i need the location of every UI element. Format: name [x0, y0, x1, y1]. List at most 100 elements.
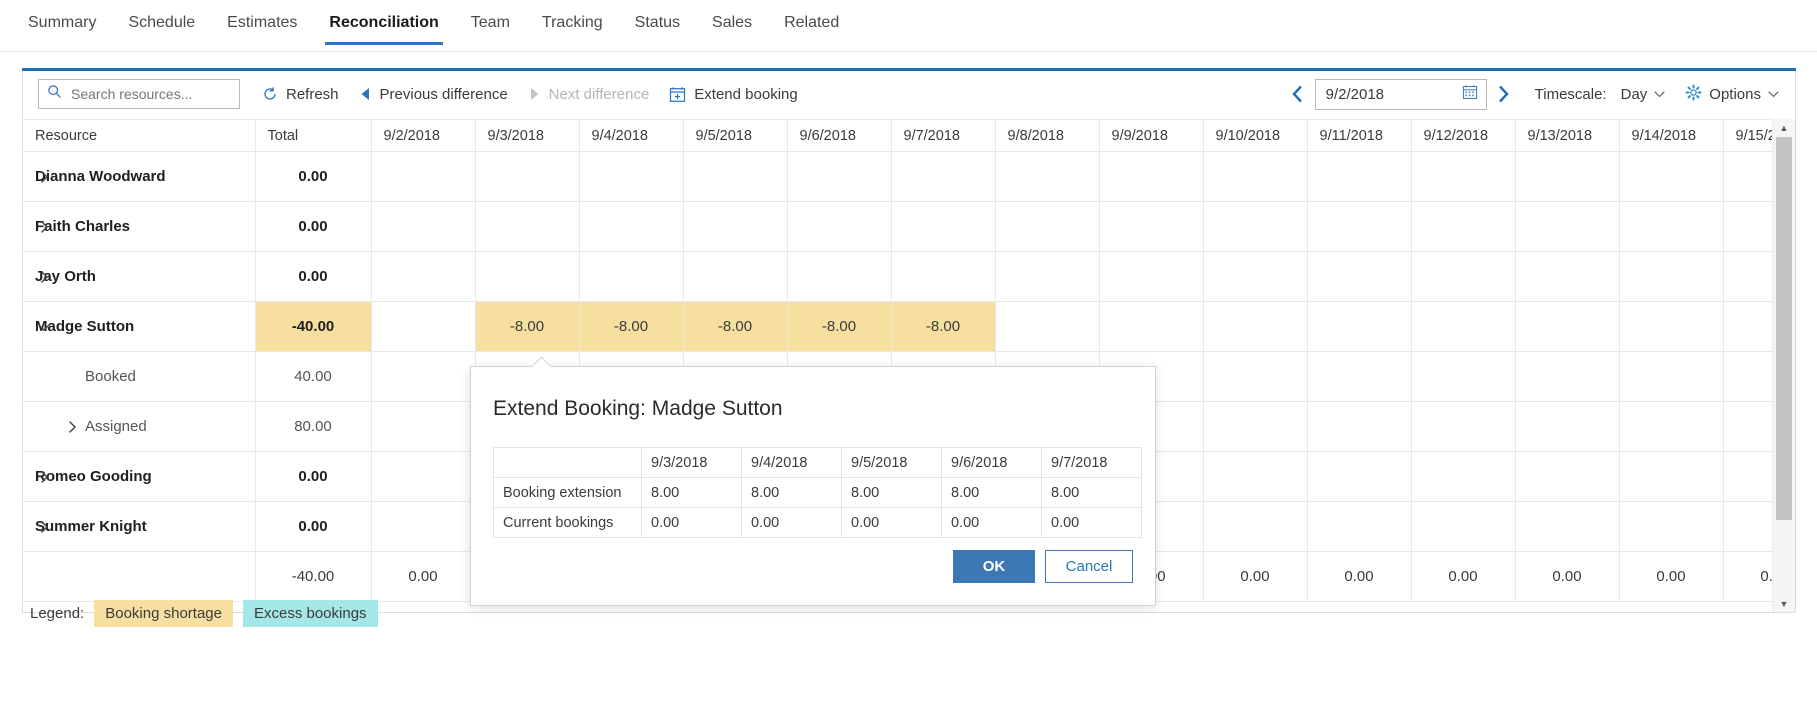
resource-cell[interactable]: Assigned	[23, 401, 256, 452]
day-cell[interactable]	[1619, 401, 1724, 452]
day-cell[interactable]	[1619, 501, 1724, 552]
day-cell[interactable]	[683, 251, 788, 302]
tab-team[interactable]: Team	[455, 0, 526, 45]
day-cell[interactable]: -8.00	[579, 301, 684, 352]
extend-booking-button[interactable]: Extend booking	[659, 80, 807, 109]
table-row[interactable]: Faith Charles 0.00	[23, 201, 1795, 252]
col-header-day[interactable]: 9/14/2018	[1619, 119, 1724, 152]
day-cell[interactable]	[1203, 351, 1308, 402]
col-header-day[interactable]: 9/11/2018	[1307, 119, 1412, 152]
day-cell[interactable]	[1099, 301, 1204, 352]
day-cell[interactable]	[1307, 151, 1412, 202]
day-cell[interactable]	[371, 401, 476, 452]
day-cell[interactable]: -8.00	[683, 301, 788, 352]
col-header-day[interactable]: 9/12/2018	[1411, 119, 1516, 152]
dialog-value-cell[interactable]: 8.00	[741, 477, 842, 508]
tab-summary[interactable]: Summary	[12, 0, 112, 45]
grid-vertical-scrollbar[interactable]: ▲ ▼	[1772, 119, 1795, 612]
day-cell[interactable]	[995, 251, 1100, 302]
next-difference-button[interactable]: Next difference	[518, 80, 660, 109]
search-input[interactable]	[69, 85, 231, 103]
ok-button[interactable]: OK	[953, 550, 1035, 583]
dialog-value-cell[interactable]: 0.00	[641, 507, 742, 538]
calendar-icon[interactable]	[1462, 84, 1478, 105]
day-cell[interactable]	[1203, 251, 1308, 302]
day-cell[interactable]	[1411, 451, 1516, 502]
chevron-right-icon[interactable]	[36, 219, 52, 235]
day-cell[interactable]	[1203, 301, 1308, 352]
day-cell[interactable]	[1307, 401, 1412, 452]
day-cell[interactable]	[1515, 251, 1620, 302]
day-cell[interactable]	[891, 251, 996, 302]
resource-cell[interactable]: Madge Sutton	[23, 301, 256, 352]
chevron-right-icon[interactable]	[36, 269, 52, 285]
day-cell[interactable]	[1307, 201, 1412, 252]
day-cell[interactable]	[1099, 151, 1204, 202]
day-cell[interactable]	[1515, 451, 1620, 502]
day-cell[interactable]	[787, 251, 892, 302]
day-cell[interactable]	[1203, 451, 1308, 502]
col-header-day[interactable]: 9/5/2018	[683, 119, 788, 152]
day-cell[interactable]	[475, 251, 580, 302]
day-cell[interactable]	[683, 151, 788, 202]
total-cell[interactable]: 0.00	[255, 501, 372, 552]
col-header-total[interactable]: Total	[255, 119, 372, 152]
resource-cell[interactable]: Jay Orth	[23, 251, 256, 302]
day-cell[interactable]	[995, 151, 1100, 202]
day-cell[interactable]	[371, 151, 476, 202]
tab-related[interactable]: Related	[768, 0, 855, 45]
col-header-day[interactable]: 9/13/2018	[1515, 119, 1620, 152]
day-cell[interactable]	[475, 151, 580, 202]
dialog-value-cell[interactable]: 0.00	[741, 507, 842, 538]
day-cell[interactable]	[1515, 151, 1620, 202]
col-header-day[interactable]: 9/3/2018	[475, 119, 580, 152]
resource-cell[interactable]: Dianna Woodward	[23, 151, 256, 202]
day-cell[interactable]	[1099, 251, 1204, 302]
tab-reconciliation[interactable]: Reconciliation	[313, 0, 454, 45]
date-field[interactable]: 9/2/2018	[1314, 78, 1487, 110]
day-cell[interactable]	[475, 201, 580, 252]
day-cell[interactable]	[1515, 201, 1620, 252]
dialog-value-cell[interactable]: 8.00	[641, 477, 742, 508]
day-cell[interactable]	[995, 301, 1100, 352]
day-cell[interactable]	[1411, 301, 1516, 352]
day-cell[interactable]	[683, 201, 788, 252]
next-period-button[interactable]	[1487, 77, 1521, 111]
day-cell[interactable]	[1307, 351, 1412, 402]
day-cell[interactable]: -8.00	[787, 301, 892, 352]
day-cell[interactable]	[891, 151, 996, 202]
day-cell[interactable]	[1515, 501, 1620, 552]
resource-cell[interactable]: Summer Knight	[23, 501, 256, 552]
day-cell[interactable]	[1619, 301, 1724, 352]
day-cell[interactable]	[371, 251, 476, 302]
col-header-day[interactable]: 9/6/2018	[787, 119, 892, 152]
day-cell[interactable]	[371, 351, 476, 402]
day-cell[interactable]	[1411, 201, 1516, 252]
table-row[interactable]: Jay Orth 0.00	[23, 251, 1795, 302]
day-cell[interactable]	[371, 201, 476, 252]
total-cell[interactable]: 80.00	[255, 401, 372, 452]
day-cell[interactable]	[1203, 501, 1308, 552]
resource-cell[interactable]: Romeo Gooding	[23, 451, 256, 502]
dialog-value-cell[interactable]: 8.00	[841, 477, 942, 508]
col-header-day[interactable]: 9/2/2018	[371, 119, 476, 152]
cancel-button[interactable]: Cancel	[1045, 550, 1133, 583]
scrollbar-thumb[interactable]	[1776, 137, 1792, 520]
day-cell[interactable]	[1203, 151, 1308, 202]
chevron-right-icon[interactable]	[64, 419, 80, 435]
day-cell[interactable]	[371, 301, 476, 352]
dialog-value-cell[interactable]: 8.00	[941, 477, 1042, 508]
dialog-value-cell[interactable]: 0.00	[841, 507, 942, 538]
day-cell[interactable]: -8.00	[891, 301, 996, 352]
day-cell[interactable]	[1411, 251, 1516, 302]
col-header-day[interactable]: 9/4/2018	[579, 119, 684, 152]
dialog-value-cell[interactable]: 8.00	[1041, 477, 1142, 508]
tab-status[interactable]: Status	[619, 0, 696, 45]
day-cell[interactable]	[1619, 451, 1724, 502]
resource-cell[interactable]: Faith Charles	[23, 201, 256, 252]
tab-tracking[interactable]: Tracking	[526, 0, 619, 45]
previous-difference-button[interactable]: Previous difference	[349, 80, 518, 109]
tab-schedule[interactable]: Schedule	[112, 0, 211, 45]
day-cell[interactable]	[1515, 401, 1620, 452]
day-cell[interactable]	[1619, 251, 1724, 302]
